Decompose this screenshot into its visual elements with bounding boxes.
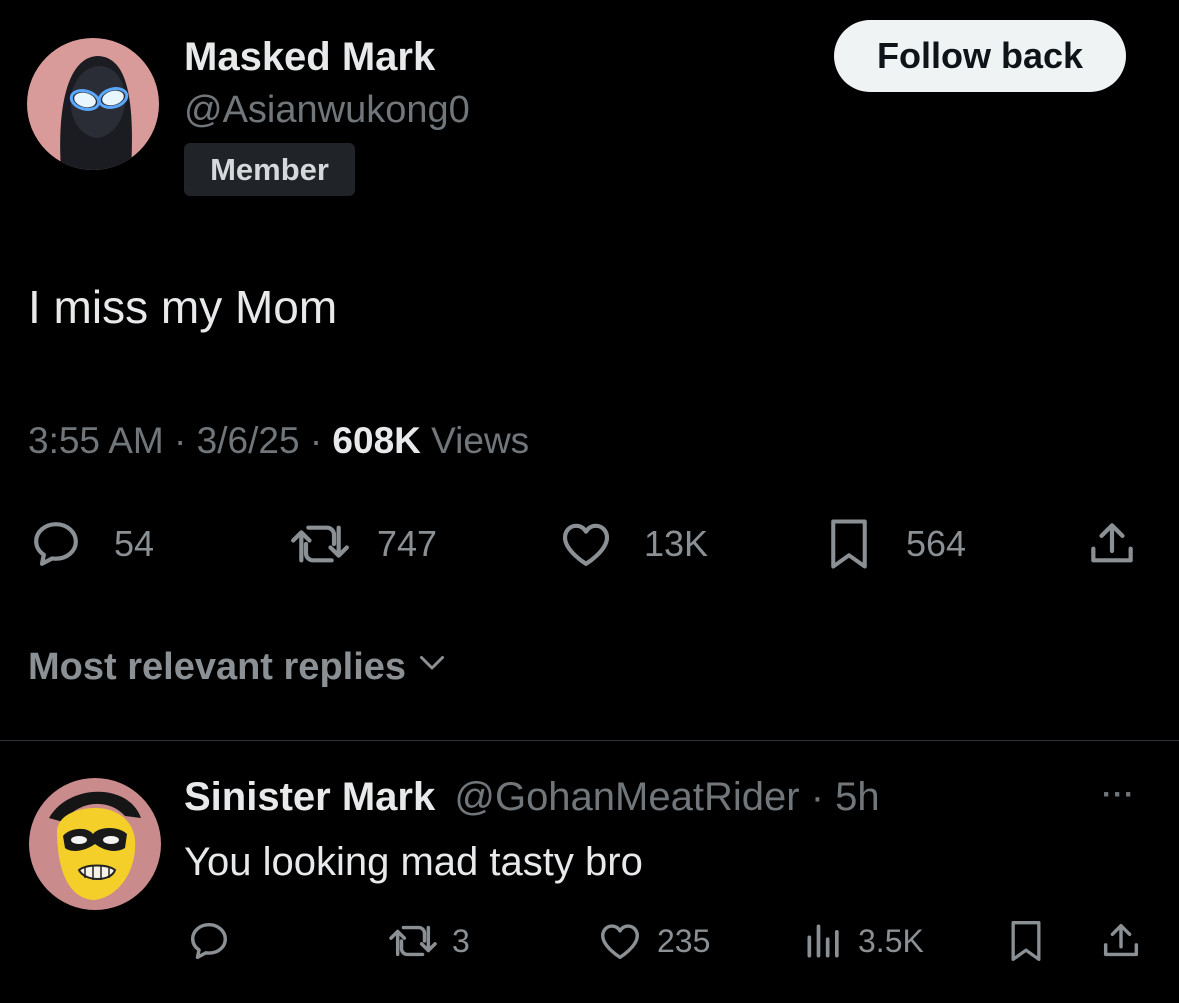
share-icon xyxy=(1098,918,1144,964)
views-count: 608K xyxy=(332,420,421,461)
reply-like-action[interactable]: 235 xyxy=(595,918,710,964)
replies-sort-label: Most relevant replies xyxy=(28,645,407,688)
follow-back-button[interactable]: Follow back xyxy=(834,20,1126,92)
like-icon xyxy=(556,516,616,572)
reply-author-name[interactable]: Sinister Mark xyxy=(184,775,435,819)
reply-repost-count: 3 xyxy=(452,922,470,959)
repost-action[interactable]: 747 xyxy=(287,516,437,572)
bookmark-count: 564 xyxy=(906,523,967,564)
reply-separator: · xyxy=(810,775,825,819)
like-count: 13K xyxy=(644,523,709,564)
reply-repost-action[interactable]: 3 xyxy=(386,918,470,964)
meta-separator: · xyxy=(309,420,323,461)
author-avatar[interactable] xyxy=(27,38,159,170)
reply-bookmark-action[interactable] xyxy=(1004,916,1048,966)
reply-author-handle[interactable]: @GohanMeatRider xyxy=(454,775,799,819)
author-handle[interactable]: @Asianwukong0 xyxy=(184,89,470,132)
chevron-down-icon xyxy=(414,644,450,690)
post-time[interactable]: 3:55 AM xyxy=(28,420,164,461)
meta-separator: · xyxy=(174,420,187,461)
bookmark-action[interactable]: 564 xyxy=(822,516,966,572)
reply-like-count: 235 xyxy=(657,922,711,959)
reply-header: Sinister Mark @GohanMeatRider · 5h xyxy=(184,775,880,820)
reply-icon xyxy=(28,516,84,572)
share-button[interactable] xyxy=(1084,516,1140,572)
repost-count: 747 xyxy=(377,523,438,564)
repost-icon xyxy=(287,516,353,572)
post-date[interactable]: 3/6/25 xyxy=(197,420,300,461)
bookmark-icon xyxy=(822,514,876,574)
bookmark-icon xyxy=(1004,916,1048,966)
reply-time[interactable]: 5h xyxy=(835,775,880,819)
reply-reply-action[interactable] xyxy=(186,918,232,964)
views-label: Views xyxy=(431,420,530,461)
reply-author-avatar[interactable] xyxy=(29,778,161,910)
reply-views-action[interactable]: 3.5K xyxy=(802,918,924,964)
like-action[interactable]: 13K xyxy=(556,516,708,572)
reply-text: You looking mad tasty bro xyxy=(184,840,643,884)
views-icon xyxy=(802,918,846,964)
member-badge: Member xyxy=(184,143,355,196)
reply-icon xyxy=(186,918,232,964)
reply-share-button[interactable] xyxy=(1098,918,1144,964)
reply-count: 54 xyxy=(114,523,155,564)
repost-icon xyxy=(386,918,440,964)
reply-views-count: 3.5K xyxy=(858,922,924,959)
share-icon xyxy=(1084,516,1140,572)
post-text: I miss my Mom xyxy=(28,281,338,333)
like-icon xyxy=(595,918,645,964)
author-name[interactable]: Masked Mark xyxy=(184,35,435,80)
replies-sort-dropdown[interactable]: Most relevant replies xyxy=(28,644,450,690)
post-meta: 3:55 AM · 3/6/25 · 608K Views xyxy=(28,420,529,462)
reply-action[interactable]: 54 xyxy=(28,516,154,572)
more-options-button[interactable]: ··· xyxy=(1102,778,1135,812)
divider xyxy=(0,740,1179,741)
